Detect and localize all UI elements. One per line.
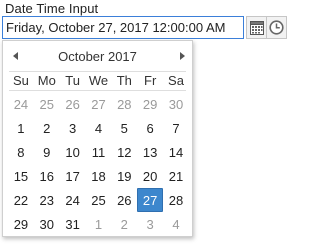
day-cell[interactable]: 4 — [86, 116, 112, 140]
day-cell-other-month[interactable]: 3 — [137, 212, 163, 236]
day-cell[interactable]: 15 — [8, 164, 34, 188]
day-cell-other-month[interactable]: 28 — [111, 92, 137, 116]
day-cell[interactable]: 14 — [163, 140, 189, 164]
day-cell[interactable]: 8 — [8, 140, 34, 164]
week-row: 24 25 26 27 28 29 30 — [8, 92, 189, 116]
day-cell[interactable]: 31 — [60, 212, 86, 236]
day-cell[interactable]: 12 — [111, 140, 137, 164]
day-cell[interactable]: 10 — [60, 140, 86, 164]
day-cell[interactable]: 19 — [111, 164, 137, 188]
day-cell[interactable]: 29 — [8, 212, 34, 236]
day-cell[interactable]: 9 — [34, 140, 60, 164]
weekday-divider — [9, 90, 186, 91]
day-cell[interactable]: 22 — [8, 188, 34, 212]
weekday-label: Fr — [144, 73, 157, 88]
clock-button[interactable] — [266, 16, 287, 39]
week-row: 22 23 24 25 26 27 28 — [8, 188, 189, 212]
week-row: 8 9 10 11 12 13 14 — [8, 140, 189, 164]
day-cell[interactable]: 21 — [163, 164, 189, 188]
day-cell[interactable]: 5 — [111, 116, 137, 140]
month-title[interactable]: October 2017 — [3, 49, 192, 64]
calendar-popup: October 2017 Su Mo Tu We Th Fr Sa 24 25 26 27 28 29… — [2, 40, 193, 237]
day-cell-other-month[interactable]: 2 — [111, 212, 137, 236]
day-grid: 24 25 26 27 28 29 30 1 2 3 4 5 6 7 8 9 10 11 12 13 14 15 16 17 1… — [8, 92, 189, 236]
day-cell-selected[interactable]: 27 — [137, 188, 164, 212]
calendar-header: October 2017 — [3, 41, 192, 71]
arrow-right-icon — [180, 52, 185, 60]
day-cell[interactable]: 20 — [137, 164, 163, 188]
day-cell-other-month[interactable]: 29 — [137, 92, 163, 116]
field-label: Date Time Input — [5, 1, 99, 16]
day-cell[interactable]: 28 — [163, 188, 189, 212]
day-cell[interactable]: 25 — [86, 188, 112, 212]
week-row: 29 30 31 1 2 3 4 — [8, 212, 189, 236]
day-cell[interactable]: 13 — [137, 140, 163, 164]
day-cell[interactable]: 17 — [60, 164, 86, 188]
day-cell-other-month[interactable]: 4 — [163, 212, 189, 236]
date-time-field[interactable] — [2, 16, 244, 39]
clock-icon — [269, 20, 284, 35]
week-row: 15 16 17 18 19 20 21 — [8, 164, 189, 188]
weekday-label: Tu — [65, 73, 80, 88]
day-cell-other-month[interactable]: 1 — [86, 212, 112, 236]
calendar-icon — [250, 20, 264, 35]
next-month-button[interactable] — [176, 50, 188, 62]
weekday-label: Mo — [37, 73, 56, 88]
day-cell[interactable]: 16 — [34, 164, 60, 188]
day-cell-other-month[interactable]: 30 — [163, 92, 189, 116]
day-cell[interactable]: 2 — [34, 116, 60, 140]
date-time-input[interactable] — [3, 17, 243, 38]
day-cell-other-month[interactable]: 25 — [34, 92, 60, 116]
day-cell[interactable]: 7 — [163, 116, 189, 140]
day-cell-other-month[interactable]: 24 — [8, 92, 34, 116]
day-cell[interactable]: 23 — [34, 188, 60, 212]
week-row: 1234567 — [8, 116, 189, 140]
day-cell[interactable]: 30 — [34, 212, 60, 236]
day-cell[interactable]: 11 — [86, 140, 112, 164]
day-cell-other-month[interactable]: 27 — [86, 92, 112, 116]
day-cell[interactable]: 24 — [60, 188, 86, 212]
day-cell[interactable]: 3 — [60, 116, 86, 140]
weekday-header: Su Mo Tu We Th Fr Sa — [8, 72, 189, 90]
weekday-label: Th — [116, 73, 132, 88]
day-cell[interactable]: 18 — [86, 164, 112, 188]
day-cell[interactable]: 6 — [137, 116, 163, 140]
day-cell[interactable]: 26 — [111, 188, 137, 212]
weekday-label: Su — [12, 73, 29, 88]
day-cell[interactable]: 1 — [8, 116, 34, 140]
weekday-label: We — [88, 73, 109, 88]
day-cell-other-month[interactable]: 26 — [60, 92, 86, 116]
calendar-button[interactable] — [246, 16, 267, 39]
weekday-label: Sa — [168, 73, 184, 88]
